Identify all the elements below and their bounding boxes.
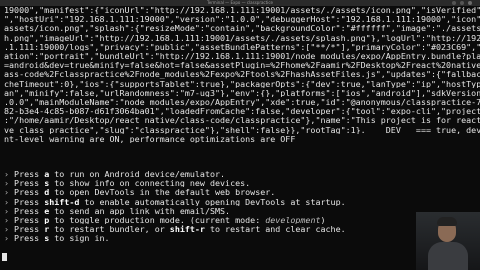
log-line: ve class practice","slug":"classpractice… (4, 125, 480, 134)
log-line: h.png","imageUrl":"http://192.168.1.111:… (4, 33, 480, 42)
log-line: ation":"portrait","bundleUrl":"http://19… (4, 52, 480, 61)
hint-text: to sign in. (49, 234, 110, 243)
log-line: nt-level warning are ON, performance opt… (4, 134, 296, 144)
command-hint-devtools: › Press d to open DevTools in the defaul… (4, 188, 480, 196)
webcam-overlay (416, 212, 480, 270)
hint-text: to toggle production mode. (current mode… (49, 216, 266, 225)
hint-prefix: Press (9, 170, 45, 179)
hint-text: to show info on connecting new devices. (49, 179, 251, 188)
log-line: 19000","manifest":{"iconUrl":"http://192… (4, 6, 480, 15)
hint-prefix: Press (9, 188, 45, 197)
minimize-button[interactable] (452, 1, 456, 5)
shortcut-key: shift-d (44, 197, 80, 206)
log-line: assets/icon.png","splash":{"resizeMode":… (4, 24, 480, 33)
presenter-hair (437, 217, 457, 226)
maximize-button[interactable] (460, 1, 464, 5)
log-line: ","hostUri":"192.168.1.111:19000","versi… (4, 15, 480, 24)
log-line: ass-code%2Fclasspractice%2Fnode_modules%… (4, 70, 480, 79)
command-hint-android: › Press a to run on Android device/emula… (4, 170, 480, 178)
log-line: an","minify":false,"urlRandomness":"m7-u… (4, 88, 480, 98)
hint-prefix: Press (9, 197, 45, 206)
presenter-body (428, 242, 468, 270)
terminal-cursor (2, 253, 7, 261)
hint-text: to send an app link with email/SMS. (49, 206, 231, 216)
hint-prefix: Press (9, 216, 45, 225)
hint-text: to enable automatically opening DevTools… (79, 197, 346, 206)
hint-text: to open DevTools in the default web brow… (49, 188, 276, 197)
command-hint-sign-in: › Press s to sign in. (4, 234, 480, 242)
hint-text-secondary: to restart and clear cache. (204, 225, 346, 234)
hint-prefix: Press (9, 234, 45, 243)
hint-text: to restart bundler, or (49, 225, 170, 234)
current-mode-value: development (265, 216, 321, 225)
command-hint-restart: › Press r to restart bundler, or shift-r… (4, 225, 480, 233)
log-line: =android&dev=true&minify=false&hot=false… (4, 61, 480, 70)
command-hint-devices: › Press s to show info on connecting new… (4, 179, 480, 187)
command-hint-devtools-startup: › Press shift-d to enable automatically … (4, 198, 480, 206)
terminal-output[interactable]: 19000","manifest":{"iconUrl":"http://192… (0, 6, 480, 270)
log-line: 82-b3e4-4c85-b087-d61f3064ba01","loadedF… (4, 107, 480, 116)
hint-prefix: Press (9, 225, 45, 234)
hint-tail: ) (320, 216, 326, 225)
log-line: .0.0","mainModuleName":"node_modules/exp… (4, 98, 480, 107)
command-hint-production-mode: › Press p to toggle production mode. (cu… (4, 216, 480, 224)
command-hint-email: › Press e to send an app link with email… (4, 207, 480, 215)
shortcut-key-secondary: shift-r (169, 225, 205, 234)
close-button[interactable] (468, 1, 472, 5)
hint-prefix: Press (9, 206, 45, 216)
log-line: .1.111:19000/logs","privacy":"public","a… (4, 42, 480, 52)
log-line: :"/home/aamir/Desktop/react native/class… (4, 116, 480, 125)
hint-text: to run on Android device/emulator. (49, 170, 226, 179)
hint-prefix: Press (9, 179, 45, 188)
log-line: cheTimeout":0},"ios":{"supportsTablet":t… (4, 79, 480, 88)
